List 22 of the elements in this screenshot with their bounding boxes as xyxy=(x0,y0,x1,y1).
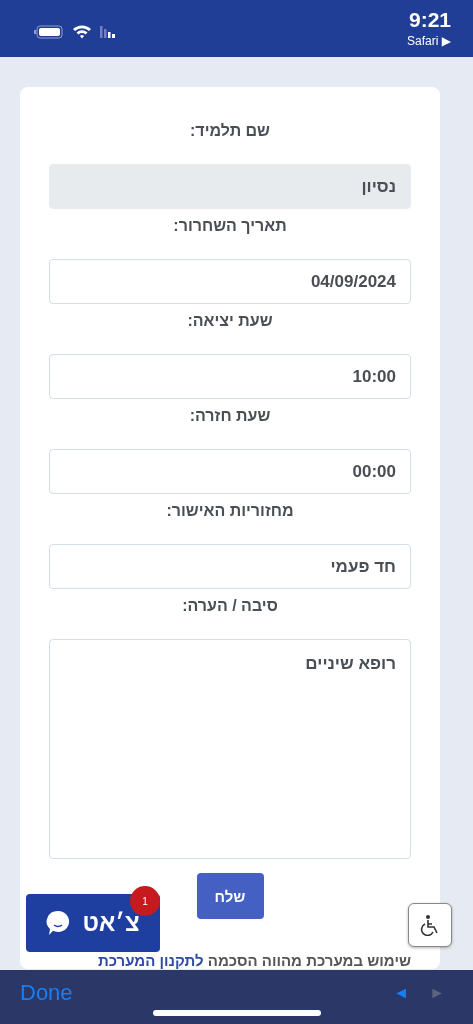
terms-link[interactable]: לתקנון המערכת xyxy=(98,952,204,969)
input-field[interactable]: חד פעמי xyxy=(49,544,411,589)
submit-button[interactable]: שלח xyxy=(196,873,264,919)
input-field[interactable]: 10:00 xyxy=(49,354,411,399)
field-label: סיבה / הערה: xyxy=(182,596,278,616)
text-area[interactable]: רופא שיניים xyxy=(49,639,411,859)
field-label: שם תלמיד: xyxy=(190,121,270,141)
signal-icon xyxy=(100,25,116,38)
chat-bubble-icon xyxy=(46,910,71,936)
field-label: תאריך השחרור: xyxy=(173,216,287,236)
back-to-app-link[interactable]: Safari ▶ xyxy=(407,34,451,48)
wifi-icon xyxy=(72,24,92,39)
input-field[interactable]: 04/09/2024 xyxy=(49,259,411,304)
terms-notice: שימוש במערכת מהווה הסכמה לתקנון המערכת xyxy=(98,952,411,969)
field-label: שעת חזרה: xyxy=(189,406,271,426)
accessibility-button[interactable] xyxy=(408,903,452,947)
wheelchair-icon xyxy=(419,914,441,936)
field-label: מחזוריות האישור: xyxy=(166,501,294,521)
clock-time: 9:21 xyxy=(408,8,451,32)
input-field[interactable]: 00:00 xyxy=(49,449,411,494)
battery-icon xyxy=(34,24,64,39)
field-label: שעת יציאה: xyxy=(187,311,273,331)
